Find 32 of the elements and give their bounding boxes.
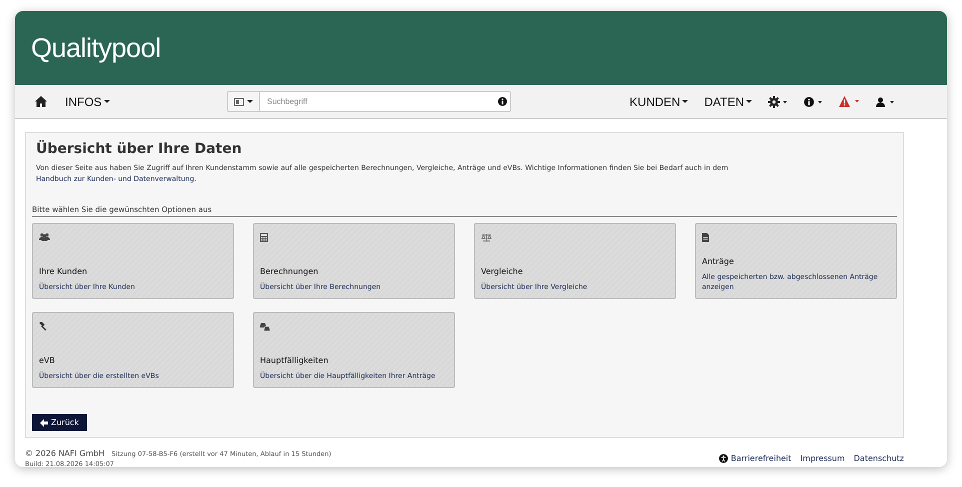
settings-menu-icon[interactable] bbox=[768, 96, 788, 108]
nav-menu[interactable]: KUNDEN bbox=[630, 94, 688, 108]
home-icon[interactable] bbox=[35, 96, 47, 107]
warning-menu-icon[interactable] bbox=[839, 96, 860, 107]
arrow-left-icon bbox=[40, 418, 48, 426]
hammer-icon bbox=[39, 322, 48, 331]
people-icon bbox=[39, 233, 50, 241]
info-icon[interactable] bbox=[498, 97, 507, 106]
brand-logo: Qualitypool bbox=[31, 32, 161, 64]
copyright-text: © 2026 NAFI GmbH bbox=[25, 449, 104, 458]
nav-menu[interactable]: DATEN bbox=[704, 94, 752, 108]
back-button[interactable]: Zurück bbox=[32, 414, 87, 431]
search-type-dropdown[interactable] bbox=[227, 91, 260, 112]
tile-title: Berechnungen bbox=[260, 267, 320, 276]
footer-link[interactable]: Barrierefreiheit bbox=[718, 449, 792, 467]
tile-title: Ihre Kunden bbox=[39, 267, 88, 276]
footer-link[interactable]: Impressum bbox=[800, 449, 845, 467]
page-title: Übersicht über Ihre Daten bbox=[36, 141, 243, 157]
accessibility-icon bbox=[718, 454, 728, 463]
nav-menu[interactable]: INFOS bbox=[65, 94, 110, 108]
info-menu-icon[interactable] bbox=[804, 96, 823, 106]
id-card-icon bbox=[234, 98, 244, 106]
tile-title: Hauptfälligkeiten bbox=[260, 356, 330, 365]
tile-title: Vergleiche bbox=[481, 267, 524, 276]
document-icon bbox=[702, 233, 709, 242]
scale-icon bbox=[481, 233, 492, 242]
search-field[interactable]: Suchbegriff bbox=[260, 91, 511, 112]
footer-link[interactable]: Datenschutz bbox=[854, 449, 904, 467]
user-menu-icon[interactable] bbox=[876, 96, 895, 106]
calculator-icon bbox=[260, 233, 268, 242]
tile-title: eVB bbox=[39, 356, 56, 365]
tile-title: Anträge bbox=[702, 257, 735, 266]
